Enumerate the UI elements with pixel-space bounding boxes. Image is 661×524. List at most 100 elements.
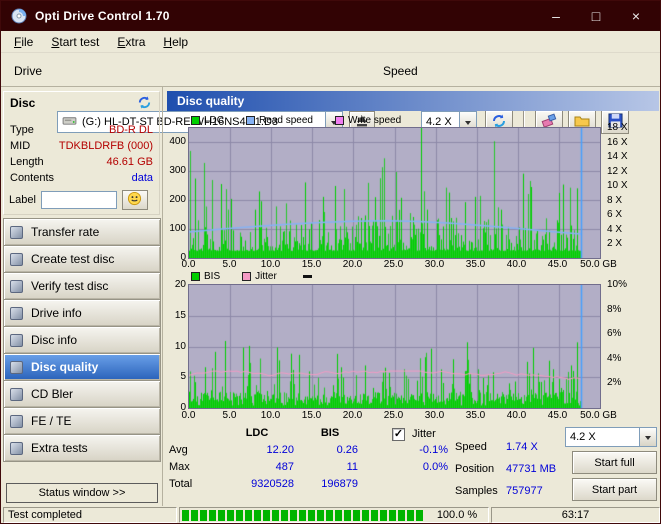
test-speed-value: 4.2 X <box>570 431 596 443</box>
nav-icon <box>10 307 23 320</box>
smiley-icon <box>127 191 142 209</box>
menu-bar: FileStart testExtraHelp <box>1 31 660 53</box>
avg-ldc-value: 12.20 <box>220 444 294 456</box>
disc-mid-label: MID <box>10 140 30 152</box>
nav-button[interactable]: Disc quality <box>3 353 161 381</box>
nav-button[interactable]: CD Bler <box>3 380 161 408</box>
jitter-label: Jitter <box>412 428 436 440</box>
legend-swatch-icon <box>191 272 200 281</box>
legend-swatch-icon <box>242 272 251 281</box>
y-axis-tick: 200 <box>169 194 186 206</box>
nav-label: Extra tests <box>31 441 88 455</box>
legend-item: BIS <box>191 271 220 282</box>
nav-button[interactable]: Drive info <box>3 299 161 327</box>
disc-label-label: Label <box>9 194 36 206</box>
panel-title: Disc quality <box>167 91 659 111</box>
disc-mid-value: TDKBLDRFB (000) <box>59 140 153 152</box>
disc-label-button[interactable] <box>122 190 148 210</box>
sidebar: Disc Type BD-R DL MID TDKBLDRFB (000) Le… <box>1 87 162 506</box>
nav-label: CD Bler <box>31 387 73 401</box>
samples-stat-value: 757977 <box>506 485 543 497</box>
nav-label: Disc info <box>31 333 77 347</box>
window-title: Opti Drive Control 1.70 <box>35 9 170 23</box>
disc-type-label: Type <box>10 124 34 136</box>
bis-chart <box>188 284 601 409</box>
x-axis-tick: 0.0 <box>168 259 209 270</box>
minimize-button[interactable]: – <box>536 1 576 31</box>
nav-button[interactable]: Disc info <box>3 326 161 354</box>
nav-button[interactable]: Transfer rate <box>3 218 161 246</box>
elapsed-time: 63:17 <box>491 507 660 523</box>
y-axis-tick: 6 X <box>607 209 622 221</box>
disc-contents-row: Contents data <box>4 170 159 186</box>
test-speed-select[interactable]: 4.2 X <box>565 427 657 447</box>
menu-item[interactable]: Help <box>154 32 197 52</box>
legend-item: Jitter <box>242 271 277 282</box>
total-row-label: Total <box>169 478 214 490</box>
menu-item[interactable]: File <box>5 32 42 52</box>
nav-label: Disc quality <box>31 360 98 374</box>
x-axis-tick: 30.0 <box>414 410 455 421</box>
y-axis-tick: 16 X <box>607 137 628 149</box>
start-part-button[interactable]: Start part <box>572 478 657 501</box>
x-axis-tick: 50.0 GB <box>578 410 619 421</box>
maximize-button[interactable]: □ <box>576 1 616 31</box>
disc-label-input[interactable] <box>41 191 117 209</box>
y-axis-tick: 18 X <box>607 122 628 134</box>
x-axis-tick: 45.0 <box>537 259 578 270</box>
x-axis-tick: 15.0 <box>291 259 332 270</box>
nav-icon <box>10 226 23 239</box>
status-window-button[interactable]: Status window >> <box>6 483 158 503</box>
legend-item: Write speed <box>335 115 401 126</box>
y-axis-tick: 2 X <box>607 238 622 250</box>
disc-length-label: Length <box>10 156 44 168</box>
progress-gauge <box>182 510 424 521</box>
nav-button[interactable]: FE / TE <box>3 407 161 435</box>
nav-label: Verify test disc <box>31 279 108 293</box>
disc-info-panel: Disc Type BD-R DL MID TDKBLDRFB (000) Le… <box>3 91 160 215</box>
avg-bis-value: 0.26 <box>302 444 358 456</box>
close-button[interactable]: × <box>616 1 656 31</box>
x-axis-tick: 25.0 <box>373 259 414 270</box>
bis-column-header: BIS <box>302 427 358 439</box>
legend-label: Write speed <box>348 115 401 126</box>
nav-button[interactable]: Verify test disc <box>3 272 161 300</box>
nav-icon <box>10 388 23 401</box>
x-axis-tick: 40.0 <box>496 410 537 421</box>
x-axis-tick: 20.0 <box>332 410 373 421</box>
x-axis-tick: 25.0 <box>373 410 414 421</box>
disc-mid-row: MID TDKBLDRFB (000) <box>4 138 159 154</box>
progress-fill <box>182 510 424 521</box>
menu-item[interactable]: Extra <box>108 32 154 52</box>
y-axis-tick: 20 <box>175 279 186 291</box>
legend-swatch-icon <box>191 116 200 125</box>
disc-length-row: Length 46.61 GB <box>4 154 159 170</box>
jitter-checkbox[interactable]: ✓ <box>392 428 405 441</box>
progress-bar: 100.0 % <box>179 507 489 523</box>
disc-contents-link[interactable]: data <box>132 172 153 184</box>
disc-type-value: BD-R DL <box>109 124 153 136</box>
legend-swatch-icon <box>335 116 344 125</box>
nav-icon <box>10 334 23 347</box>
disc-label-row: Label <box>4 190 159 210</box>
test-speed-select-arrow[interactable] <box>639 428 656 446</box>
ldc-chart <box>188 127 601 259</box>
x-axis-tick: 20.0 <box>332 259 373 270</box>
y-axis-tick: 10% <box>607 279 627 291</box>
nav-button[interactable]: Extra tests <box>3 434 161 462</box>
nav-icon <box>10 361 23 374</box>
x-axis-tick: 40.0 <box>496 259 537 270</box>
start-full-button[interactable]: Start full <box>572 451 657 474</box>
x-axis-tick: 35.0 <box>455 410 496 421</box>
nav-button[interactable]: Create test disc <box>3 245 161 273</box>
title-bar: Opti Drive Control 1.70 – □ × <box>1 1 660 31</box>
drive-label: Drive <box>14 64 42 78</box>
menu-item[interactable]: Start test <box>42 32 108 52</box>
refresh-disc-button[interactable] <box>133 94 155 114</box>
position-stat-value: 47731 MB <box>506 463 556 475</box>
y-axis-tick: 4% <box>607 353 621 365</box>
y-axis-tick: 15 <box>175 310 186 322</box>
nav-icon <box>10 253 23 266</box>
nav-icon <box>10 280 23 293</box>
legend-label: Jitter <box>255 271 277 282</box>
